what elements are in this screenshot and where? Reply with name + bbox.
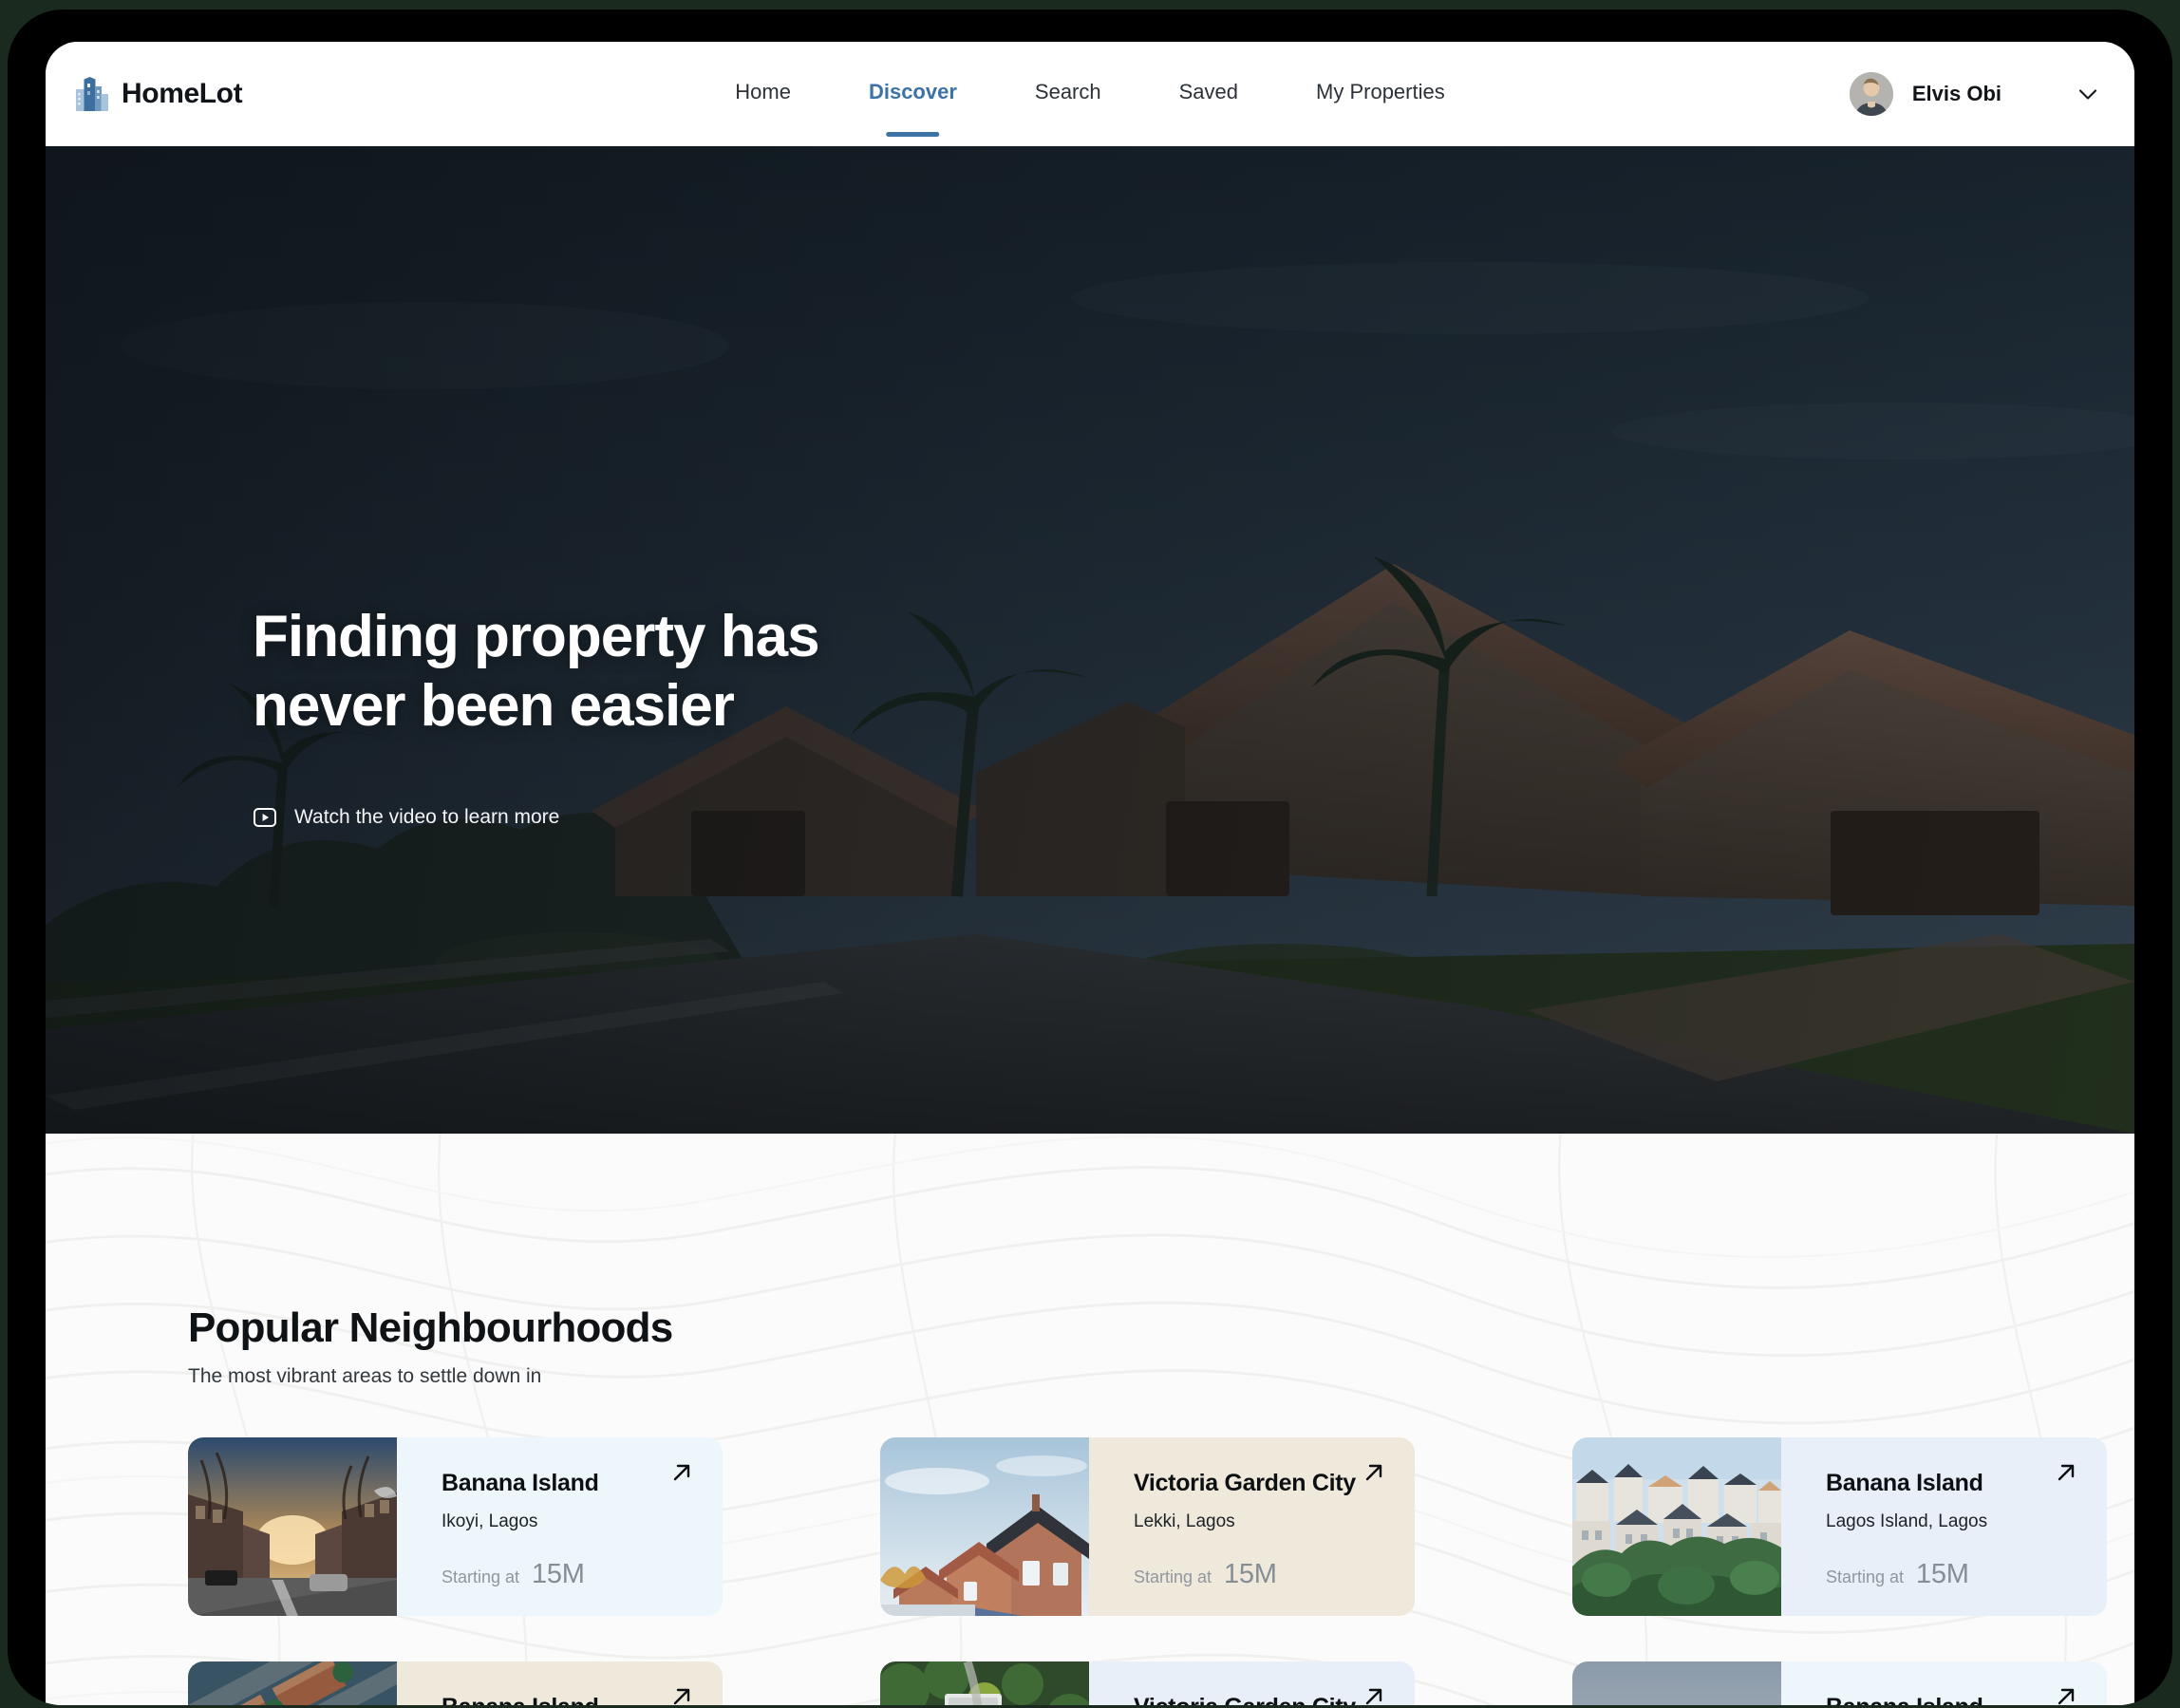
neighbourhood-card[interactable]: Victoria Garden City Lekki, Lagos Starti…	[880, 1437, 1415, 1616]
hero-content: Finding property has never been easier W…	[253, 602, 820, 835]
price-value: 15M	[532, 1559, 585, 1589]
neighbourhood-location: Ikoyi, Lagos	[442, 1511, 538, 1531]
user-profile-menu[interactable]: Elvis Obi	[1849, 72, 2100, 116]
nav-item-my-properties[interactable]: My Properties	[1277, 78, 1484, 106]
neighbourhood-thumbnail	[188, 1437, 397, 1616]
arrow-up-right-icon[interactable]	[2052, 1458, 2080, 1487]
arrow-up-right-icon[interactable]	[1360, 1458, 1388, 1487]
nav-item-search[interactable]: Search	[996, 78, 1140, 106]
neighbourhood-location: Lagos Island, Lagos	[1826, 1511, 1988, 1531]
main-navigation: Home Discover Search Saved My Properties	[696, 42, 1483, 146]
price-row: Starting at 15M	[1134, 1559, 1415, 1590]
hero-title: Finding property has never been easier	[253, 604, 820, 740]
neighbourhood-info: Banana Island Ikoyi, Lagos Starting at 1…	[397, 1437, 723, 1616]
active-tab-indicator	[886, 132, 940, 137]
browser-viewport: HomeLot Home Discover Search Saved My Pr…	[46, 42, 2134, 1705]
neighbourhood-card[interactable]: Banana Island Ikoyi, Lagos Starting at 1…	[188, 1661, 723, 1705]
arrow-up-right-icon[interactable]	[667, 1682, 696, 1705]
neighbourhood-thumbnail	[188, 1661, 397, 1705]
nav-item-saved[interactable]: Saved	[1140, 78, 1277, 106]
nav-label: Saved	[1178, 80, 1239, 103]
watch-video-label: Watch the video to learn more	[294, 806, 560, 829]
price-label: Starting at	[442, 1567, 520, 1586]
neighbourhood-info: Banana Island Lagos Island, Lagos Starti…	[1781, 1437, 2107, 1616]
neighbourhood-info: Banana Island Lagos Island, Lagos Starti…	[1781, 1661, 2107, 1705]
neighbourhood-cards-grid: Banana Island Ikoyi, Lagos Starting at 1…	[188, 1437, 2134, 1705]
nav-label: My Properties	[1316, 80, 1445, 103]
price-row: Starting at 15M	[442, 1559, 723, 1590]
top-navigation-bar: HomeLot Home Discover Search Saved My Pr…	[46, 42, 2134, 146]
neighbourhood-card[interactable]: Banana Island Ikoyi, Lagos Starting at 1…	[188, 1437, 723, 1616]
arrow-up-right-icon[interactable]	[1360, 1682, 1388, 1705]
user-name: Elvis Obi	[1911, 82, 2001, 105]
neighbourhood-thumbnail	[880, 1661, 1089, 1705]
hero-section: Finding property has never been easier W…	[46, 146, 2134, 1134]
price-label: Starting at	[1134, 1567, 1212, 1586]
neighbourhood-info: Banana Island Ikoyi, Lagos Starting at 1…	[397, 1661, 723, 1705]
price-label: Starting at	[1826, 1567, 1905, 1586]
nav-item-home[interactable]: Home	[696, 78, 830, 106]
neighbourhood-thumbnail	[1572, 1661, 1781, 1705]
neighbourhood-thumbnail	[880, 1437, 1089, 1616]
arrow-up-right-icon[interactable]	[667, 1458, 696, 1487]
building-skyline-icon	[76, 77, 108, 111]
price-value: 15M	[1916, 1559, 1969, 1589]
nav-label: Search	[1034, 80, 1101, 103]
neighbourhood-info: Victoria Garden City Lekki, Lagos Starti…	[1089, 1437, 1415, 1616]
play-button-icon	[254, 808, 276, 828]
neighbourhood-thumbnail	[1572, 1437, 1781, 1616]
neighbourhood-location: Lekki, Lagos	[1134, 1511, 1235, 1531]
popular-neighbourhoods-section: Popular Neighbourhoods The most vibrant …	[46, 1134, 2134, 1705]
price-value: 15M	[1224, 1559, 1277, 1589]
device-frame: HomeLot Home Discover Search Saved My Pr…	[8, 9, 2172, 1705]
nav-item-discover[interactable]: Discover	[830, 78, 996, 137]
neighbourhood-card[interactable]: Banana Island Lagos Island, Lagos Starti…	[1572, 1437, 2107, 1616]
page-title: Popular Neighbourhoods	[188, 1304, 673, 1351]
avatar	[1849, 72, 1893, 116]
price-row: Starting at 15M	[1826, 1559, 2107, 1590]
neighbourhood-info: Victoria Garden City Lekki, Lagos Starti…	[1089, 1661, 1415, 1705]
chevron-down-icon[interactable]	[2076, 82, 2100, 106]
section-header: Popular Neighbourhoods The most vibrant …	[46, 1134, 2134, 1388]
nav-label: Home	[735, 80, 791, 103]
neighbourhood-card[interactable]: Victoria Garden City Lekki, Lagos Starti…	[880, 1661, 1415, 1705]
brand-logo[interactable]: HomeLot	[76, 77, 243, 111]
arrow-up-right-icon[interactable]	[2052, 1682, 2080, 1705]
nav-label: Discover	[868, 80, 957, 103]
neighbourhood-card[interactable]: Banana Island Lagos Island, Lagos Starti…	[1572, 1661, 2107, 1705]
brand-name: HomeLot	[122, 78, 243, 109]
section-subtitle: The most vibrant areas to settle down in	[188, 1365, 542, 1387]
watch-video-link[interactable]: Watch the video to learn more	[253, 805, 559, 830]
